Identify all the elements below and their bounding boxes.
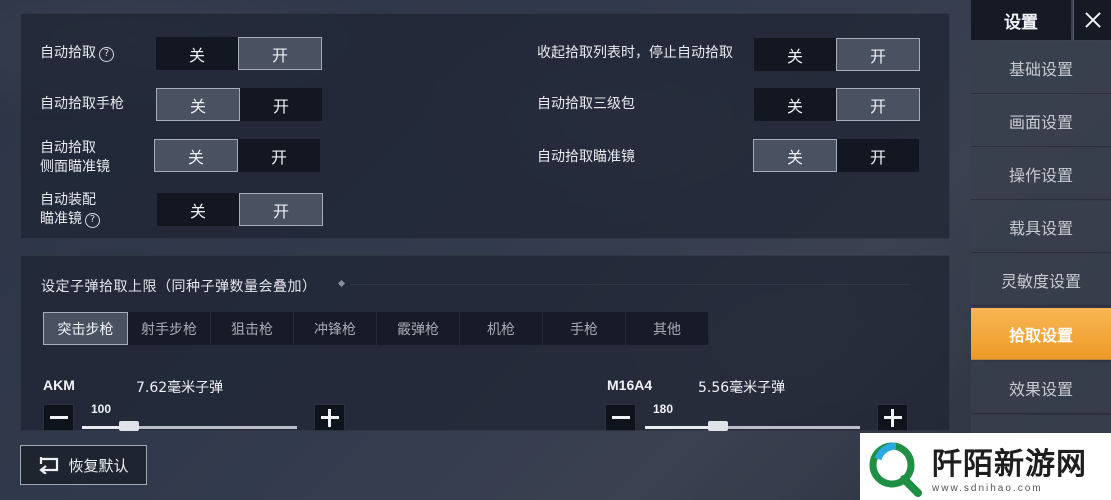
ammo-limit-value: 180 [653,402,674,416]
sidebar-item-graphics[interactable]: 画面设置 [971,95,1111,147]
toggle-off-option[interactable]: 关 [156,88,240,121]
ammo-type: 7.62毫米子弹 [136,380,224,396]
auto-pickup-label: 自动拾取? [40,44,114,63]
minus-icon [49,416,68,419]
sidebar-item-sensitivity[interactable]: 灵敏度设置 [971,254,1111,306]
reset-default-label: 恢复默认 [68,456,129,475]
tab-smg[interactable]: 冲锋枪 [294,312,377,345]
settings-title: 设置 [971,0,1071,40]
toggle-on-option[interactable]: 开 [238,139,320,172]
toggle-off-option[interactable]: 关 [157,193,239,226]
auto-pickup-toggle: 关 开 [156,37,322,70]
toggle-on-option[interactable]: 开 [836,38,920,71]
settings-sidebar: 设置 基础设置 画面设置 操作设置 载具设置 灵敏度设置 拾取设置 效果设置 [971,0,1111,500]
toggle-off-option[interactable]: 关 [753,139,837,172]
toggle-on-option[interactable]: 开 [238,37,322,70]
stop-auto-pickup-label: 收起拾取列表时，停止自动拾取 [537,45,733,61]
minus-icon [611,416,630,419]
decrease-button[interactable] [605,404,636,431]
gun-name: AKM [43,377,75,393]
toggle-off-option[interactable]: 关 [156,37,238,70]
auto-pickup-backpack-toggle: 关 开 [754,88,920,121]
auto-pickup-pistol-label: 自动拾取手枪 [40,96,124,112]
auto-equip-scope-label: 自动装配 瞄准镜? [40,191,100,229]
toggle-on-option[interactable]: 开 [836,88,920,121]
slider-thumb[interactable] [708,421,728,431]
auto-pickup-side-scope-label: 自动拾取 侧面瞄准镜 [40,140,110,175]
reset-icon [39,457,59,474]
increase-button[interactable] [877,404,908,431]
auto-pickup-scope-toggle: 关 开 [753,139,919,172]
sidebar-header: 设置 [971,0,1111,40]
toggle-off-option[interactable]: 关 [754,38,836,71]
toggle-off-option[interactable]: 关 [754,88,836,121]
decrease-button[interactable] [43,404,74,431]
sidebar-item-vehicle[interactable]: 载具设置 [971,201,1111,253]
auto-equip-scope-toggle: 关 开 [157,193,323,226]
ammo-limit-title: 设定子弹拾取上限（同种子弹数量会叠加） [41,279,317,295]
watermark-title: 阡陌新游网 [932,447,1087,482]
section-divider-line [350,284,910,285]
help-icon[interactable]: ? [85,213,100,228]
site-watermark: 阡陌新游网 www.sdnihao.com [860,433,1111,500]
help-icon[interactable]: ? [99,47,114,62]
toggle-off-option[interactable]: 关 [154,139,238,172]
tab-pistol[interactable]: 手枪 [543,312,626,345]
search-logo-icon [866,437,926,497]
ammo-type: 5.56毫米子弹 [698,380,786,396]
ammo-limit-value: 100 [91,402,112,416]
reset-default-button[interactable]: 恢复默认 [20,445,147,485]
auto-pickup-side-scope-toggle: 关 开 [154,139,320,172]
tab-machine-gun[interactable]: 机枪 [460,312,543,345]
sidebar-item-pickup[interactable]: 拾取设置 [971,308,1111,360]
gun-name: M16A4 [607,377,653,393]
increase-button[interactable] [314,404,345,431]
tab-marksman-rifle[interactable]: 射手步枪 [128,312,211,345]
auto-pickup-pistol-toggle: 关 开 [156,88,322,121]
tab-shotgun[interactable]: 霰弹枪 [377,312,460,345]
weapon-category-tabs: 突击步枪 射手步枪 狙击枪 冲锋枪 霰弹枪 机枪 手枪 其他 [43,312,709,345]
sidebar-item-controls[interactable]: 操作设置 [971,148,1111,200]
watermark-url: www.sdnihao.com [932,483,1043,494]
tab-other[interactable]: 其他 [626,312,709,345]
sidebar-item-effects[interactable]: 效果设置 [971,362,1111,414]
toggle-on-option[interactable]: 开 [240,88,322,121]
sidebar-item-basic[interactable]: 基础设置 [971,42,1111,94]
toggle-on-option[interactable]: 开 [837,139,919,172]
slider-thumb[interactable] [119,421,139,431]
tab-sniper-rifle[interactable]: 狙击枪 [211,312,294,345]
auto-pickup-backpack-label: 自动拾取三级包 [537,96,635,112]
close-button[interactable] [1073,0,1111,40]
stop-auto-pickup-toggle: 关 开 [754,38,920,71]
toggle-on-option[interactable]: 开 [239,193,323,226]
tab-assault-rifle[interactable]: 突击步枪 [43,312,128,345]
auto-pickup-scope-label: 自动拾取瞄准镜 [537,149,635,165]
